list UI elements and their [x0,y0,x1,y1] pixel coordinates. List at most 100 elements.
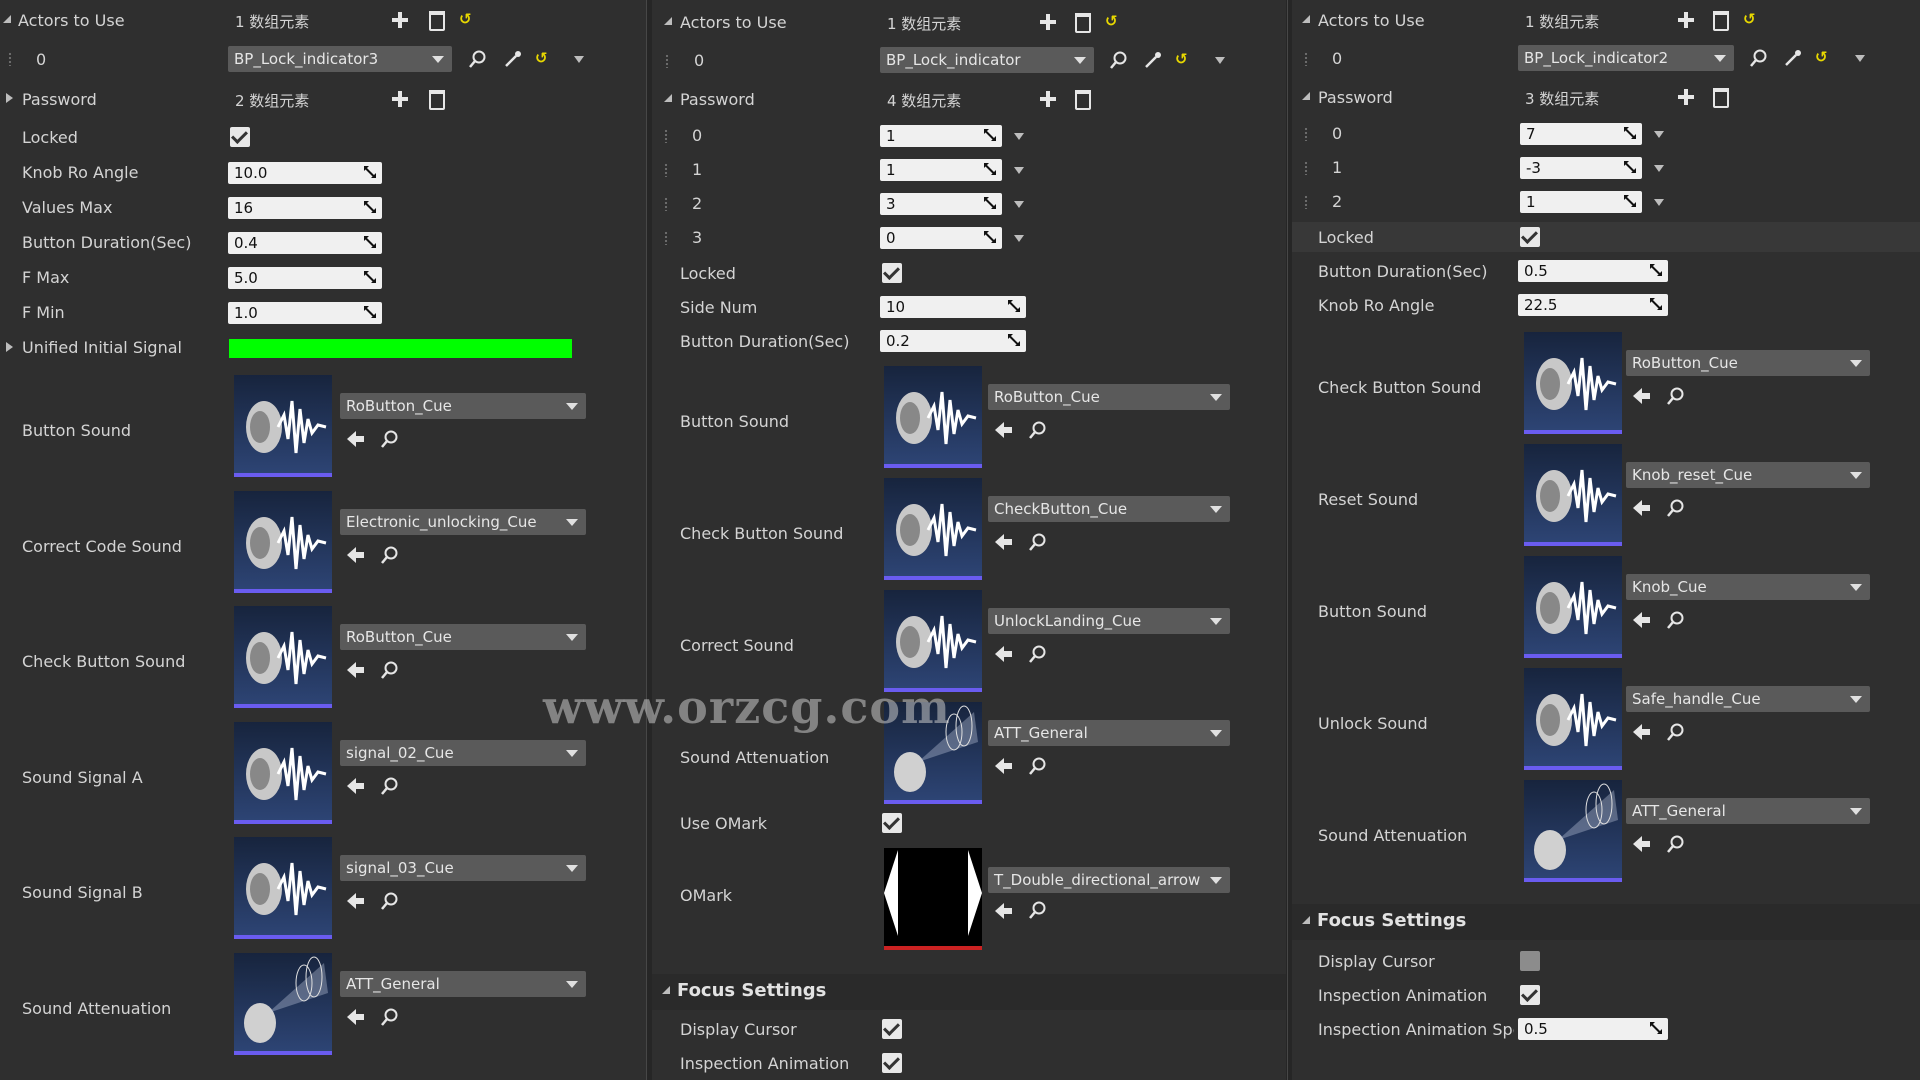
search-icon[interactable] [1110,51,1128,69]
arrow-left-icon[interactable] [1633,388,1651,408]
reset-arrow-icon[interactable]: ↺ [1175,50,1188,68]
sound-asset-picker[interactable]: RoButton_Cue [988,384,1230,410]
arrow-left-icon[interactable] [1633,724,1651,744]
eyedropper-icon[interactable] [1784,49,1802,67]
search-icon[interactable] [1667,387,1685,409]
search-icon[interactable] [1667,611,1685,633]
use-omark-checkbox[interactable] [882,813,902,833]
search-icon[interactable] [1667,835,1685,857]
sound-asset-picker[interactable]: RoButton_Cue [340,393,586,419]
password-digit-field[interactable]: -3 [1520,157,1642,179]
inspection-speed-field[interactable]: 0.5 [1518,1018,1668,1040]
f-max-field[interactable]: 5.0 [228,267,382,289]
collapse-arrow-icon[interactable] [1302,916,1310,924]
sound-asset-thumbnail[interactable] [1524,668,1622,770]
arrow-left-icon[interactable] [995,903,1013,919]
sound-asset-picker[interactable]: ATT_General [1626,798,1870,824]
drag-handle-icon[interactable] [1304,161,1308,175]
sound-asset-thumbnail[interactable] [884,590,982,692]
trash-icon[interactable] [429,90,445,110]
chevron-down-icon[interactable] [1654,165,1664,172]
password-digit-field[interactable]: 1 [1520,191,1642,213]
sound-asset-thumbnail[interactable] [234,606,332,708]
chevron-down-icon[interactable] [1654,131,1664,138]
password-digit-field[interactable]: 3 [880,193,1002,215]
search-icon[interactable] [1029,645,1047,667]
sound-asset-thumbnail[interactable] [234,490,332,593]
f-min-field[interactable]: 1.0 [228,302,382,324]
eyedropper-icon[interactable] [1144,51,1162,69]
arrow-left-icon[interactable] [347,893,365,913]
collapse-arrow-icon[interactable] [1302,15,1310,23]
actor-picker[interactable]: BP_Lock_indicator2 [1518,45,1734,71]
search-icon[interactable] [381,892,399,914]
expand-arrow-icon[interactable] [6,93,13,103]
drag-handle-icon[interactable] [8,52,12,66]
button-duration-field[interactable]: 0.5 [1518,260,1668,282]
reset-arrow-icon[interactable]: ↺ [1743,10,1756,28]
collapse-arrow-icon[interactable] [664,17,672,25]
sound-asset-picker[interactable]: Electronic_unlocking_Cue [340,508,586,535]
knob-angle-field[interactable]: 10.0 [228,162,382,184]
sound-asset-picker[interactable]: RoButton_Cue [340,624,586,650]
arrow-left-icon[interactable] [347,546,365,567]
collapse-arrow-icon[interactable] [1302,92,1310,100]
collapse-arrow-icon[interactable] [664,94,672,102]
arrow-left-icon[interactable] [995,758,1013,778]
plus-icon[interactable] [1678,89,1694,105]
button-duration-field[interactable]: 0.4 [228,232,382,254]
values-max-field[interactable]: 16 [228,197,382,219]
inspection-animation-checkbox[interactable] [882,1053,902,1073]
trash-icon[interactable] [1713,11,1729,31]
chevron-down-icon[interactable] [1654,199,1664,206]
drag-handle-icon[interactable] [1304,195,1308,209]
search-icon[interactable] [1029,757,1047,779]
search-icon[interactable] [381,430,399,452]
arrow-left-icon[interactable] [1633,836,1651,856]
sound-asset-thumbnail[interactable] [1524,444,1622,546]
search-icon[interactable] [1750,49,1768,67]
plus-icon[interactable] [1040,14,1056,30]
arrow-left-icon[interactable] [347,662,365,682]
drag-handle-icon[interactable] [1304,127,1308,141]
locked-checkbox[interactable] [230,127,250,147]
sound-asset-picker[interactable]: Safe_handle_Cue [1626,686,1870,712]
inspection-animation-checkbox[interactable] [1520,985,1540,1005]
chevron-down-icon[interactable] [1014,235,1024,242]
chevron-down-icon[interactable] [574,56,584,63]
chevron-down-icon[interactable] [1855,55,1865,62]
sound-asset-picker[interactable]: RoButton_Cue [1626,350,1870,376]
arrow-left-icon[interactable] [1633,500,1651,520]
arrow-left-icon[interactable] [347,1008,365,1029]
plus-icon[interactable] [1678,12,1694,28]
sound-asset-thumbnail[interactable] [884,366,982,468]
omark-asset-picker[interactable]: T_Double_directional_arrow [988,867,1230,893]
trash-icon[interactable] [429,11,445,31]
password-digit-field[interactable]: 1 [880,159,1002,181]
sound-asset-thumbnail[interactable] [234,952,332,1055]
drag-handle-icon[interactable] [664,163,668,177]
chevron-down-icon[interactable] [1014,133,1024,140]
drag-handle-icon[interactable] [1304,52,1308,66]
arrow-left-icon[interactable] [995,422,1013,442]
drag-handle-icon[interactable] [664,197,668,211]
sound-asset-thumbnail[interactable] [1524,780,1622,882]
sound-asset-thumbnail[interactable] [884,478,982,580]
sound-asset-picker[interactable]: Knob_reset_Cue [1626,462,1870,488]
button-duration-field[interactable]: 0.2 [880,330,1026,352]
trash-icon[interactable] [1713,88,1729,108]
password-digit-field[interactable]: 7 [1520,123,1642,145]
arrow-left-icon[interactable] [347,431,365,451]
sound-asset-picker[interactable]: UnlockLanding_Cue [988,608,1230,634]
side-num-field[interactable]: 10 [880,296,1026,318]
arrow-left-icon[interactable] [1633,612,1651,632]
chevron-down-icon[interactable] [1014,201,1024,208]
collapse-arrow-icon[interactable] [3,15,11,23]
reset-arrow-icon[interactable]: ↺ [459,10,472,28]
display-cursor-checkbox[interactable] [1520,951,1540,971]
sound-asset-thumbnail[interactable] [234,721,332,824]
sound-asset-picker[interactable]: ATT_General [988,720,1230,746]
omark-texture-thumbnail[interactable] [884,848,982,950]
reset-arrow-icon[interactable]: ↺ [1105,12,1118,30]
search-icon[interactable] [381,546,399,568]
